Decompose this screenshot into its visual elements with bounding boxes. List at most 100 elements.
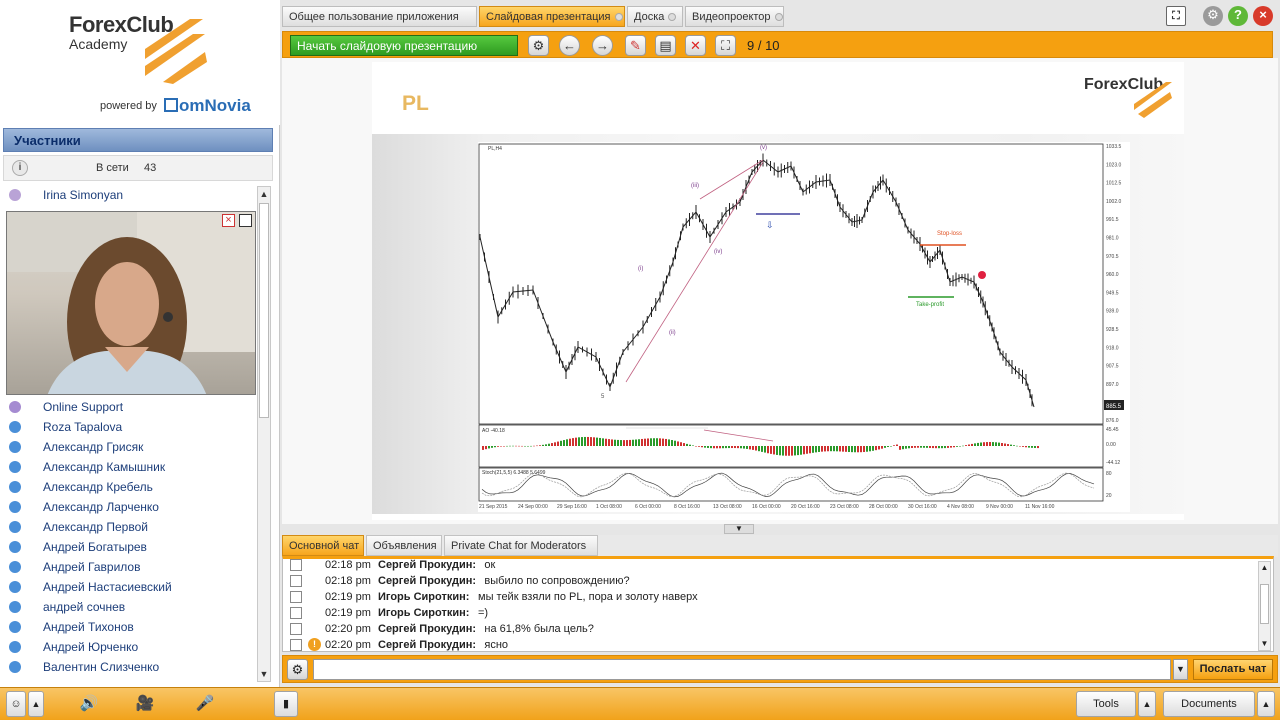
info-icon[interactable]: i [12, 160, 28, 176]
message-text: выбило по сопровождению? [484, 575, 630, 587]
chat-scroll-up-icon[interactable]: ▲ [1259, 562, 1270, 574]
slide-list-icon[interactable]: ▤ [655, 35, 676, 56]
participant-row[interactable]: Александр Ларченко [3, 497, 257, 517]
down-arrow-icon: ⇩ [766, 220, 774, 230]
chat-dropdown-icon[interactable]: ▼ [1173, 659, 1188, 680]
tab-main-chat[interactable]: Основной чат [282, 535, 364, 556]
stop-loss-label: Stop-loss [937, 231, 962, 237]
ao-bar [977, 442, 979, 446]
camera-icon[interactable]: 🎥 [134, 691, 156, 717]
ao-bar [518, 445, 520, 447]
ao-bar [686, 443, 688, 446]
clear-drawing-icon[interactable]: ✎ [625, 35, 646, 56]
ao-bar [827, 446, 829, 452]
panel-splitter[interactable]: ▼ [724, 524, 754, 534]
fit-slide-icon[interactable]: ⛶ [715, 35, 736, 56]
fullscreen-icon[interactable]: ⛶ [1166, 6, 1186, 26]
message-checkbox[interactable] [290, 559, 302, 571]
speaker-volume-icon[interactable]: 🔊 [64, 691, 114, 717]
ao-bar [734, 446, 736, 449]
settings-gear-icon[interactable]: ⚙ [1203, 6, 1223, 26]
participant-row[interactable]: Roza Tapalova [3, 417, 257, 437]
ao-bar [944, 446, 946, 449]
help-icon[interactable]: ? [1228, 6, 1248, 26]
participant-row[interactable]: Online Support [3, 397, 257, 417]
scroll-down-icon[interactable]: ▼ [258, 667, 270, 681]
participant-name: Александр Камышник [43, 460, 166, 474]
status-menu-up-icon[interactable]: ▲ [28, 691, 44, 717]
webcam-video: × [6, 211, 256, 395]
scroll-thumb[interactable] [259, 203, 269, 418]
chat-scroll-thumb[interactable] [1260, 584, 1269, 624]
ao-bar [692, 445, 694, 446]
participant-row[interactable]: Андрей Тихонов [3, 617, 257, 637]
chat-settings-icon[interactable]: ⚙ [287, 659, 308, 680]
participant-row[interactable]: Андрей Юрченко [3, 637, 257, 657]
message-time: 02:19 pm [325, 591, 371, 603]
slide-settings-icon[interactable]: ⚙ [528, 35, 549, 56]
exit-icon[interactable]: × [1253, 6, 1273, 26]
microphone-muted-icon[interactable]: 🎤 [192, 691, 218, 717]
participant-row[interactable]: Андрей Настасиевский [3, 577, 257, 597]
participant-row[interactable]: Александр Кребель [3, 477, 257, 497]
tab-private-moderators[interactable]: Private Chat for Moderators [444, 535, 598, 556]
participant-row[interactable]: Александр Камышник [3, 457, 257, 477]
y-tick-label: 970.5 [1106, 254, 1119, 260]
ao-bar [614, 439, 616, 446]
ao-bar [662, 438, 664, 446]
chat-scroll-down-icon[interactable]: ▼ [1259, 638, 1270, 650]
tab-announcements[interactable]: Объявления [366, 535, 442, 556]
tab-video-projector[interactable]: Видеопроектор [685, 6, 784, 27]
next-slide-icon[interactable]: → [592, 35, 613, 56]
tab-whiteboard[interactable]: Доска [627, 6, 683, 27]
start-slideshow-button[interactable]: Начать слайдовую презентацию [290, 35, 518, 56]
message-checkbox[interactable] [290, 607, 302, 619]
ao-bar [824, 446, 826, 452]
participant-row[interactable]: Андрей Богатырев [3, 537, 257, 557]
ao-bar [680, 442, 682, 446]
close-presentation-icon[interactable]: ✕ [685, 35, 706, 56]
ao-bar [620, 440, 622, 446]
chat-input[interactable] [313, 659, 1171, 680]
scroll-up-icon[interactable]: ▲ [258, 187, 270, 201]
documents-menu-up-icon[interactable]: ▲ [1257, 691, 1275, 717]
participant-row[interactable]: Валентин Слизченко [3, 657, 257, 677]
send-chat-button[interactable]: Послать чат [1193, 659, 1273, 680]
tab-slide-presentation[interactable]: Слайдовая презентация [479, 6, 625, 27]
tab-app-sharing[interactable]: Общее пользование приложения [282, 6, 477, 27]
ao-bar [764, 446, 766, 453]
user-icon [9, 481, 21, 493]
message-checkbox[interactable] [290, 575, 302, 587]
message-checkbox[interactable] [290, 639, 302, 651]
recorder-icon[interactable]: ▮ [274, 691, 298, 717]
stoch-label: Stoch(21,5,5) 6.3488 5.6499 [482, 470, 546, 476]
participants-scrollbar[interactable]: ▲ ▼ [257, 186, 271, 682]
ao-bar [506, 445, 508, 447]
prev-slide-icon[interactable]: ← [559, 35, 580, 56]
message-checkbox[interactable] [290, 591, 302, 603]
documents-button[interactable]: Documents [1163, 691, 1255, 717]
ao-bar [1004, 443, 1006, 446]
tools-button[interactable]: Tools [1076, 691, 1136, 717]
message-checkbox[interactable] [290, 623, 302, 635]
chat-scrollbar[interactable]: ▲ ▼ [1258, 561, 1271, 651]
participant-row[interactable]: андрей сочнев [3, 597, 257, 617]
participant-row[interactable]: Александр Первой [3, 517, 257, 537]
tab-video-projector-label: Видеопроектор [692, 11, 771, 23]
ao-bar [908, 446, 910, 449]
tools-menu-up-icon[interactable]: ▲ [1138, 691, 1156, 717]
participants-header[interactable]: Участники [3, 128, 273, 152]
participant-row[interactable]: Александр Грисяк [3, 437, 257, 457]
participant-row[interactable]: Андрей Гаврилов [3, 557, 257, 577]
ao-bar [587, 436, 589, 446]
x-tick-label: 20 Oct 16:00 [791, 504, 820, 510]
chat-messages: 02:18 pm Сергей Прокудин: ок 02:18 pm Сергей… [282, 556, 1274, 652]
presenter-row[interactable]: Irina Simonyan [3, 185, 257, 205]
ao-bar [1001, 443, 1003, 446]
ao-bar [791, 446, 793, 456]
close-video-icon[interactable]: × [222, 214, 235, 227]
user-status-icon[interactable]: ☺ [6, 691, 26, 717]
ao-bar [743, 446, 745, 449]
participant-name: андрей сочнев [43, 600, 126, 614]
maximize-video-icon[interactable] [239, 214, 252, 227]
